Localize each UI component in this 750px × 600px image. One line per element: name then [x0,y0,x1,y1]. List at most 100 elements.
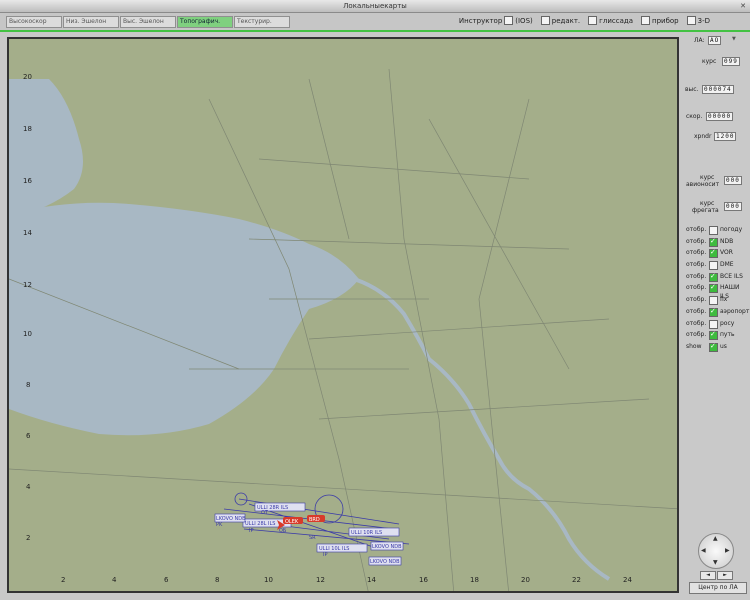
toggle-key: отобр. [686,308,707,315]
toggle-checkbox[interactable] [709,261,718,270]
arrow-left-icon[interactable]: ◀ [701,547,706,554]
map-canvas[interactable]: 20 18 16 14 12 10 8 6 4 2 2 4 6 8 10 12 … [9,39,679,593]
speed-field[interactable]: 00000 [706,112,734,121]
x-tick: 8 [215,576,219,584]
threed-checkbox[interactable] [686,16,696,25]
x-tick: 24 [623,576,632,584]
toggle-path[interactable]: отобр. путь [684,330,746,340]
xpndr-field[interactable]: 1200 [714,132,737,141]
toggle-checkbox[interactable] [709,320,718,329]
frigate-course-label: курс [700,200,715,207]
alt-label: выс. [685,86,699,93]
map-view[interactable]: 20 18 16 14 12 10 8 6 4 2 2 4 6 8 10 12 … [7,37,679,593]
glissade-checkbox[interactable] [588,16,598,25]
zoom-out-button[interactable]: ◄ [700,571,716,580]
tab-textured[interactable]: Текстурир. [234,16,290,28]
x-tick: 22 [572,576,581,584]
threed-label: 3-D [697,16,710,25]
toggle-key: show [686,343,702,350]
toggle-show-us[interactable]: show us [684,342,746,352]
toggle-checkbox[interactable] [709,342,718,352]
avia-course-label: курс [700,174,715,181]
toggle-vor[interactable]: отобр. VOR [684,248,746,258]
map-tabbar: Высокоскор Низ. Эшелон Выс. Эшелон Топог… [0,13,750,30]
frigate-course-sub: фрегата [692,207,719,214]
toggle-label: DME [720,261,734,268]
center-on-aircraft-button[interactable]: Центр по ЛА [689,582,747,594]
edit-label: редакт. [551,16,581,25]
toggle-all-ils[interactable]: отобр. ВСЕ ILS [684,272,746,282]
avia-course-sub: авионосит [686,181,720,188]
device-checkbox[interactable] [641,16,650,25]
ios-label: (IOS) [515,16,533,25]
x-tick: 4 [112,576,117,584]
la-select[interactable]: АО [708,36,722,45]
window-controls[interactable]: ✕ [740,2,746,10]
toggle-dme[interactable]: отобр. DME [684,260,746,270]
toggle-our-ils[interactable]: отобр. НАШИ ILS [684,283,746,300]
toggle-key: отобр. [686,284,707,291]
alt-field[interactable]: 000074 [702,85,734,94]
toggle-checkbox[interactable] [709,296,718,305]
close-icon[interactable]: ✕ [740,2,746,10]
toggle-checkbox[interactable] [709,307,718,317]
toggle-checkbox[interactable] [709,330,718,340]
toggle-weather[interactable]: отобр. погоду [684,225,746,235]
instructor-label: Инструктор [458,16,503,25]
x-tick: 6 [164,576,169,584]
y-tick: 2 [26,534,30,542]
glissade-label: глиссада [599,16,633,25]
toggle-key: отобр. [686,331,707,338]
toggle-ndb[interactable]: отобр. NDB [684,237,746,247]
frigate-course-field[interactable]: 000 [724,202,742,211]
toggle-checkbox[interactable] [709,237,718,247]
toggle-label: росу [720,320,735,327]
zoom-in-button[interactable]: ► [717,571,733,580]
toggle-label: NDB [720,238,734,245]
brd-label: BRD [309,517,320,523]
toggle-rosu[interactable]: отобр. росу [684,319,746,329]
toggle-checkbox[interactable] [709,226,718,235]
map-type-tabs: Высокоскор Низ. Эшелон Выс. Эшелон Топог… [6,16,291,28]
toggle-airport[interactable]: отобр. аэропорт [684,307,750,317]
toggle-checkbox[interactable] [709,248,718,258]
pk-label: PK [216,522,223,528]
tab-high-echelon[interactable]: Выс. Эшелон [120,16,176,28]
toggle-fix[interactable]: отобр. fix [684,295,746,305]
toggle-label: аэропорт [720,308,750,315]
x-tick: 10 [264,576,273,584]
toggle-key: отобр. [686,226,707,233]
toggle-key: отобр. [686,273,707,280]
edit-checkbox[interactable] [540,16,550,25]
y-tick: 20 [23,73,32,81]
arrow-right-icon[interactable]: ▶ [725,547,730,554]
tab-topographic[interactable]: Топографич. [177,16,233,28]
toggle-checkbox[interactable] [709,283,718,293]
ob-label: ОБ [279,528,287,534]
arrow-down-icon[interactable]: ▼ [713,559,718,566]
x-tick: 2 [61,576,65,584]
toggle-checkbox[interactable] [709,272,718,282]
toggle-label: us [720,343,727,350]
avia-course-field[interactable]: 000 [724,176,742,185]
tab-low-echelon[interactable]: Низ. Эшелон [63,16,119,28]
chevron-down-icon[interactable]: ▼ [732,36,736,42]
y-tick: 10 [23,330,32,338]
ils-28l-label: ULLI 28L ILS [245,521,275,527]
instructor-checkbox[interactable] [504,16,514,25]
threed-option: 3-D [685,16,710,25]
pan-control[interactable]: ▲ ▼ ◀ ▶ [698,533,734,569]
toggle-key: отобр. [686,238,707,245]
ot-label: OT [261,510,269,516]
toggle-label: ВСЕ ILS [720,273,743,280]
xpndr-label: xpndr [694,133,712,140]
course-field[interactable]: 099 [722,57,740,66]
y-tick: 8 [26,381,30,389]
toggle-key: отобр. [686,261,707,268]
glissade-option: глиссада [586,16,633,25]
x-tick: 16 [419,576,428,584]
x-tick: 12 [316,576,325,584]
tab-high-speed[interactable]: Высокоскор [6,16,62,28]
arrow-up-icon[interactable]: ▲ [713,535,718,542]
y-tick: 12 [23,281,32,289]
